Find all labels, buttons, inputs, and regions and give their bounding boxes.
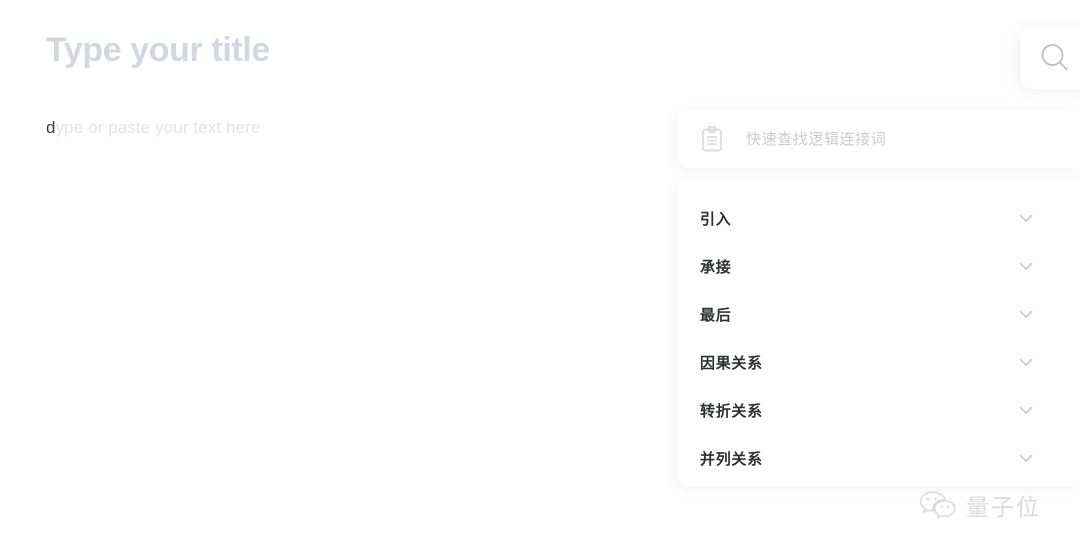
connector-search-card[interactable] <box>678 110 1080 168</box>
chevron-down-icon[interactable] <box>1017 449 1035 467</box>
category-label: 因果关系 <box>700 354 763 372</box>
chevron-down-icon[interactable] <box>1017 305 1035 323</box>
top-search-panel[interactable] <box>1020 27 1080 89</box>
document-title-placeholder[interactable]: Type your title <box>46 27 270 73</box>
category-row-0[interactable]: 引入 <box>678 194 1080 242</box>
category-label: 并列关系 <box>700 450 763 468</box>
chevron-down-icon[interactable] <box>1017 401 1035 419</box>
wechat-icon <box>918 489 958 521</box>
document-body-placeholder: dype or paste your text here <box>46 115 261 141</box>
category-row-2[interactable]: 最后 <box>678 290 1080 338</box>
watermark-text: 量子位 <box>966 495 1041 521</box>
category-label: 承接 <box>700 258 732 276</box>
category-row-1[interactable]: 承接 <box>678 242 1080 290</box>
category-row-5[interactable]: 并列关系 <box>678 434 1080 482</box>
category-label: 转折关系 <box>700 402 763 420</box>
category-label: 引入 <box>700 210 732 228</box>
body-placeholder-text: ype or paste your text here <box>55 118 261 137</box>
watermark: 量子位 <box>918 488 1041 522</box>
search-icon[interactable] <box>1038 41 1072 75</box>
connector-category-list: 引入 承接 最后 因果关系 转折关系 并列关系 <box>678 180 1080 487</box>
chevron-down-icon[interactable] <box>1017 209 1035 227</box>
category-row-3[interactable]: 因果关系 <box>678 338 1080 386</box>
category-row-4[interactable]: 转折关系 <box>678 386 1080 434</box>
document-body-typed-text: d <box>46 118 56 137</box>
chevron-down-icon[interactable] <box>1017 257 1035 275</box>
clipboard-icon <box>700 126 724 152</box>
category-label: 最后 <box>700 306 732 324</box>
chevron-down-icon[interactable] <box>1017 353 1035 371</box>
connector-search-input[interactable] <box>746 130 1046 148</box>
document-body-line[interactable]: d <box>46 115 55 141</box>
